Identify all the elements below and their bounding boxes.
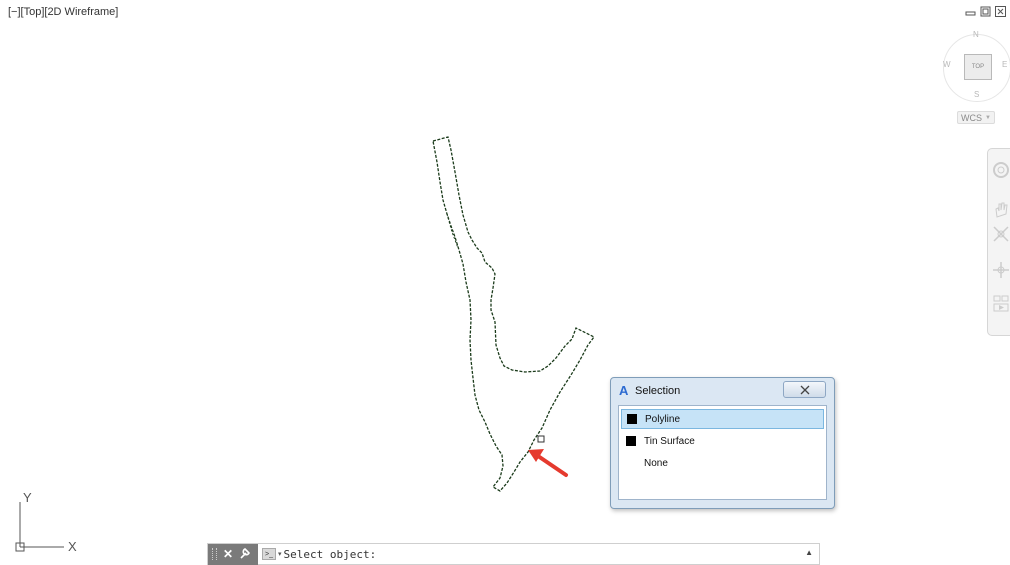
selection-dialog-titlebar[interactable]: A Selection bbox=[619, 384, 680, 397]
red-arrow-icon bbox=[528, 449, 568, 477]
drawing-canvas[interactable] bbox=[0, 0, 1010, 565]
color-swatch bbox=[626, 436, 636, 446]
selection-list: Polyline Tin Surface None bbox=[618, 405, 827, 500]
selection-item-polyline[interactable]: Polyline bbox=[621, 409, 824, 429]
chevron-down-icon[interactable]: ▾ bbox=[278, 550, 282, 558]
selection-item-label: Polyline bbox=[645, 413, 681, 425]
color-swatch-empty bbox=[626, 458, 636, 468]
command-line[interactable]: ✕ >_ ▾ Select object: ▲ bbox=[207, 543, 820, 565]
color-swatch bbox=[627, 414, 637, 424]
close-icon bbox=[800, 385, 809, 394]
close-button[interactable] bbox=[783, 381, 826, 398]
selection-item-tin-surface[interactable]: Tin Surface bbox=[621, 431, 824, 451]
ucs-y-label: Y bbox=[23, 490, 32, 505]
autocad-logo-icon: A bbox=[619, 383, 629, 398]
selection-dialog-title: Selection bbox=[635, 384, 681, 397]
selection-item-none[interactable]: None bbox=[621, 453, 824, 473]
selection-item-label: Tin Surface bbox=[644, 435, 695, 447]
selection-item-label: None bbox=[644, 457, 668, 469]
wrench-icon[interactable] bbox=[239, 547, 251, 561]
selection-dialog: A Selection Polyline Tin Surface None bbox=[610, 377, 835, 509]
command-prompt-text: Select object: bbox=[283, 547, 377, 561]
command-line-toolbar: ✕ bbox=[208, 543, 258, 565]
pickbox-cursor bbox=[537, 435, 545, 443]
close-icon[interactable]: ✕ bbox=[223, 548, 233, 560]
drag-handle[interactable] bbox=[212, 548, 217, 560]
ucs-icon: Y X bbox=[12, 488, 92, 558]
chevron-up-icon[interactable]: ▲ bbox=[805, 548, 813, 557]
ucs-x-label: X bbox=[68, 539, 77, 554]
polyline-outline[interactable] bbox=[432, 136, 595, 492]
prompt-icon[interactable]: >_ bbox=[262, 548, 276, 560]
